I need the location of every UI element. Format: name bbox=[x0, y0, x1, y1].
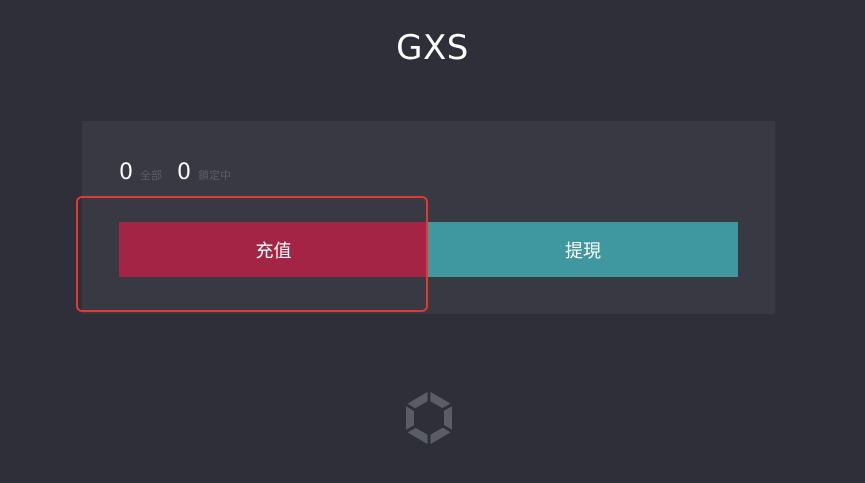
total-balance-value: 0 bbox=[119, 160, 133, 185]
balance-summary: 0 全部 0 鎖定中 bbox=[119, 159, 246, 187]
deposit-button-label: 充值 bbox=[255, 240, 292, 262]
action-buttons: 充值 提現 bbox=[119, 222, 738, 277]
withdraw-button[interactable]: 提現 bbox=[428, 222, 738, 277]
balance-card: 0 全部 0 鎖定中 充值 提現 bbox=[82, 121, 775, 314]
locked-balance-value: 0 bbox=[177, 160, 191, 185]
gxs-logo-icon bbox=[399, 388, 459, 448]
page-title: GXS bbox=[396, 28, 469, 68]
withdraw-button-label: 提現 bbox=[565, 240, 601, 262]
deposit-button[interactable]: 充值 bbox=[119, 222, 428, 277]
total-balance-label: 全部 bbox=[140, 169, 162, 182]
locked-balance-label: 鎖定中 bbox=[198, 169, 231, 182]
